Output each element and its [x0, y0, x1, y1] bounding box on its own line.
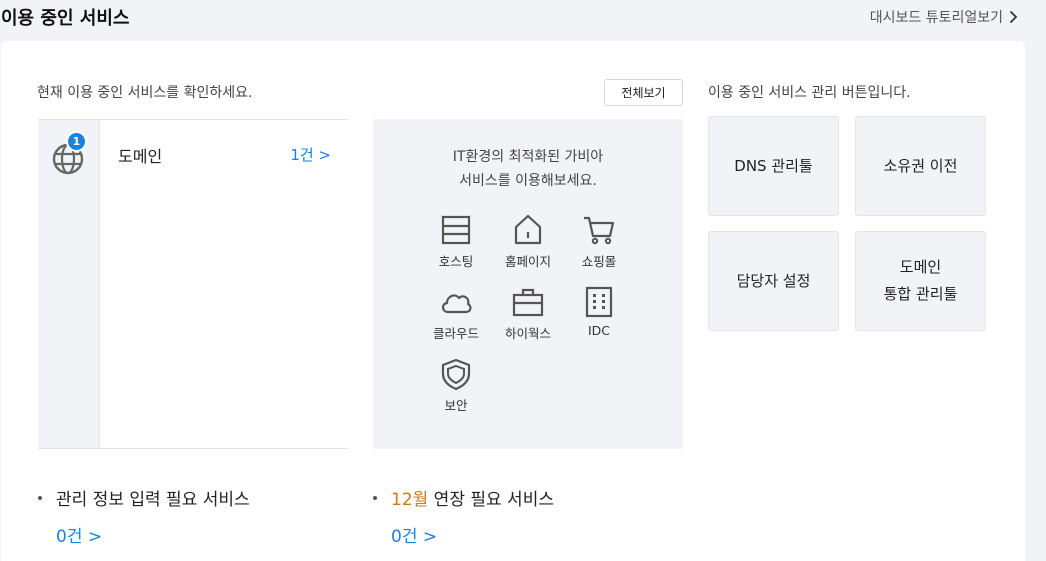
promo-panel: IT환경의 최적화된 가비아 서비스를 이용해보세요. 호스팅 홈페이지 쇼핑몰…: [373, 119, 683, 449]
domain-count-link[interactable]: 1건 >: [290, 144, 331, 165]
domain-service-label: 도메인: [118, 147, 163, 166]
dns-management-button[interactable]: DNS 관리툴: [708, 116, 839, 216]
promo-item-hosting[interactable]: 호스팅: [416, 213, 496, 270]
shield-icon: [441, 358, 471, 391]
bullet-dot: [38, 495, 42, 500]
info-required-title: 관리 정보 입력 필요 서비스: [56, 490, 250, 510]
renewal-title: 연장 필요 서비스: [428, 490, 554, 510]
promo-item-label: 보안: [444, 398, 468, 413]
chevron-right-icon: [1009, 10, 1018, 24]
promo-item-cloud[interactable]: 클라우드: [416, 285, 496, 342]
promo-item-hiworks[interactable]: 하이웍스: [488, 285, 568, 342]
ownership-transfer-button[interactable]: 소유권 이전: [855, 116, 986, 216]
promo-item-label: IDC: [587, 323, 611, 338]
info-required-section: 관리 정보 입력 필요 서비스 0건 >: [38, 485, 250, 547]
promo-text: IT환경의 최적화된 가비아 서비스를 이용해보세요.: [373, 145, 683, 193]
bullet-dot: [373, 495, 377, 500]
intro-text: 현재 이용 중인 서비스를 확인하세요.: [37, 85, 253, 101]
domain-service-tab[interactable]: 1: [51, 131, 87, 175]
promo-item-label: 쇼핑몰: [581, 254, 617, 269]
building-icon: [585, 286, 613, 318]
promo-item-idc[interactable]: IDC: [559, 285, 639, 338]
service-list-panel: 1 도메인 1건 >: [38, 119, 348, 449]
service-icon-rail: 1: [38, 120, 100, 448]
promo-item-label: 하이웍스: [504, 326, 551, 341]
page-title: 이용 중인 서비스: [1, 8, 130, 29]
view-all-button[interactable]: 전체보기: [604, 79, 683, 106]
domain-count-badge: 1: [66, 131, 87, 152]
management-description: 이용 중인 서비스 관리 버튼입니다.: [708, 85, 911, 101]
server-icon: [441, 215, 471, 245]
renewal-month: 12월: [391, 490, 429, 510]
promo-item-shopping[interactable]: 쇼핑몰: [559, 213, 639, 270]
tutorial-link-label: 대시보드 튜토리얼보기: [869, 10, 1003, 26]
briefcase-icon: [512, 288, 544, 317]
promo-item-homepage[interactable]: 홈페이지: [488, 213, 568, 270]
house-icon: [514, 214, 542, 245]
contact-settings-button[interactable]: 담당자 설정: [708, 231, 839, 331]
renewal-section: 12월 연장 필요 서비스 0건 >: [373, 485, 554, 547]
cloud-icon: [441, 294, 472, 314]
promo-item-label: 호스팅: [438, 254, 474, 269]
integrated-management-button[interactable]: 도메인 통합 관리툴: [855, 231, 986, 331]
info-required-count-link[interactable]: 0건 >: [56, 522, 102, 547]
promo-line-2: 서비스를 이용해보세요.: [459, 173, 597, 189]
promo-line-1: IT환경의 최적화된 가비아: [452, 149, 604, 165]
cart-icon: [584, 216, 615, 245]
promo-item-security[interactable]: 보안: [416, 357, 496, 414]
promo-item-label: 클라우드: [432, 326, 479, 341]
renewal-count-link[interactable]: 0건 >: [391, 522, 437, 547]
promo-item-label: 홈페이지: [504, 254, 551, 269]
tutorial-link[interactable]: 대시보드 튜토리얼보기: [870, 7, 1018, 27]
